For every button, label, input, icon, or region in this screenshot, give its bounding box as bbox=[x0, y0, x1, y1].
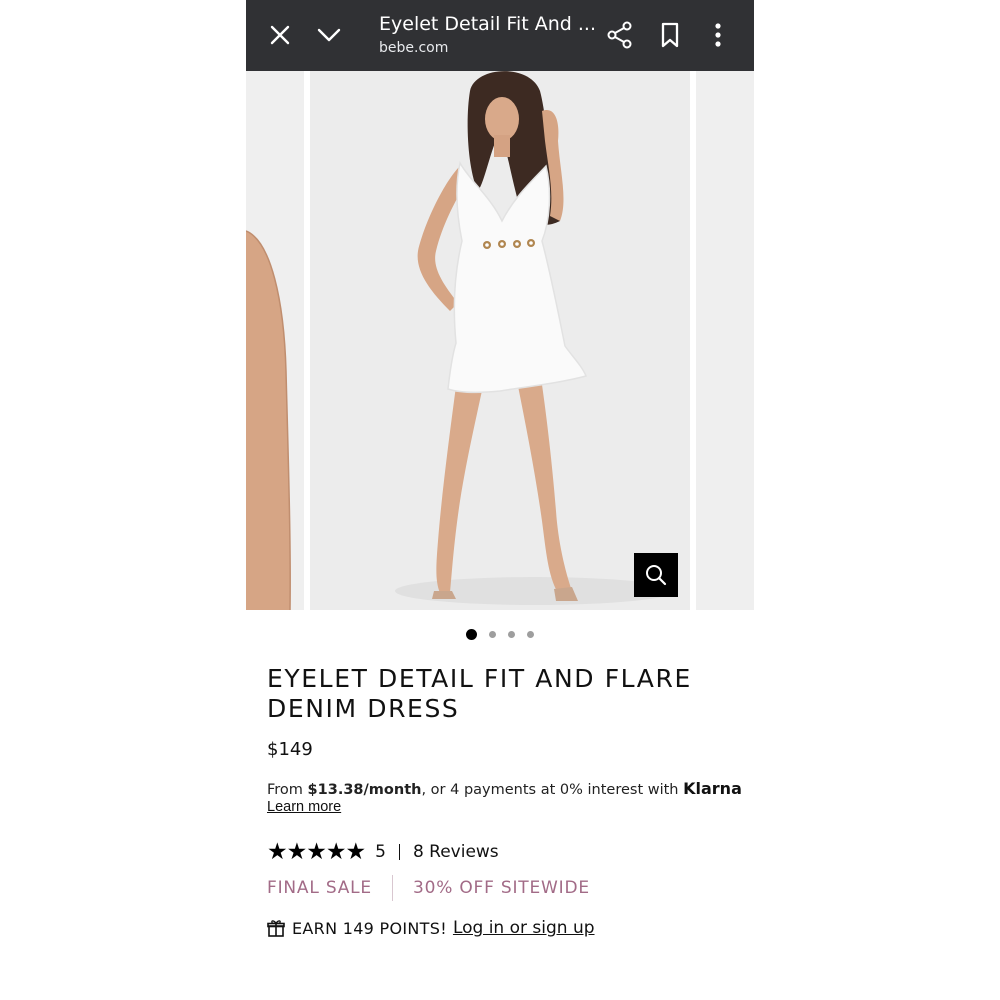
bookmark-icon[interactable] bbox=[649, 14, 691, 56]
product-image-main[interactable] bbox=[310, 71, 690, 610]
model-photo bbox=[310, 71, 690, 610]
rating-stars: ★★★★★ bbox=[267, 839, 366, 865]
product-price: $149 bbox=[267, 739, 313, 760]
more-options-icon[interactable] bbox=[697, 14, 739, 56]
rating-divider bbox=[398, 844, 400, 860]
carousel-dot-3[interactable] bbox=[508, 631, 515, 639]
share-icon[interactable] bbox=[599, 14, 641, 56]
previous-product-image[interactable] bbox=[246, 71, 304, 610]
zoom-button[interactable] bbox=[634, 553, 678, 597]
page-url: bebe.com bbox=[379, 40, 449, 56]
product-title: EYELET DETAIL FIT AND FLARE DENIM DRESS bbox=[267, 664, 692, 723]
close-icon[interactable] bbox=[259, 14, 301, 56]
custom-tab-toolbar: Eyelet Detail Fit And ... bebe.com bbox=[246, 0, 754, 71]
carousel-dot-1[interactable] bbox=[466, 629, 477, 641]
sitewide-promo-tag: 30% OFF SITEWIDE bbox=[412, 878, 590, 898]
carousel-dot-2[interactable] bbox=[489, 631, 496, 639]
rating-value: 5 bbox=[375, 842, 386, 862]
promo-divider bbox=[391, 875, 393, 901]
login-signup-link[interactable]: Log in or sign up bbox=[453, 918, 595, 938]
financing-suffix: , or 4 payments at 0% interest with bbox=[421, 782, 684, 798]
gift-icon bbox=[267, 920, 285, 937]
page-title: Eyelet Detail Fit And ... bbox=[379, 13, 596, 35]
financing-prefix: From bbox=[267, 782, 308, 798]
learn-more-link[interactable]: Learn more bbox=[267, 799, 341, 815]
product-image-carousel[interactable] bbox=[246, 71, 754, 610]
points-label: EARN 149 POINTS! bbox=[292, 918, 447, 938]
klarna-financing: From $13.38/month, or 4 payments at 0% i… bbox=[267, 779, 742, 798]
klarna-logo: Klarna bbox=[683, 779, 742, 798]
reviews-link[interactable]: 8 Reviews bbox=[413, 842, 499, 862]
next-product-image[interactable] bbox=[696, 71, 754, 610]
product-rating[interactable]: ★★★★★ 5 8 Reviews bbox=[267, 839, 499, 865]
financing-amount: $13.38/month bbox=[307, 782, 422, 798]
carousel-dot-4[interactable] bbox=[527, 631, 534, 639]
carousel-pagination bbox=[246, 626, 754, 644]
magnifier-icon bbox=[646, 565, 667, 586]
final-sale-tag: FINAL SALE bbox=[267, 878, 372, 898]
chevron-down-icon[interactable] bbox=[308, 14, 350, 56]
promo-tags: FINAL SALE 30% OFF SITEWIDE bbox=[267, 875, 590, 901]
browser-viewport: Eyelet Detail Fit And ... bebe.com EYELE… bbox=[246, 0, 754, 1000]
rewards-points: EARN 149 POINTS! Log in or sign up bbox=[267, 918, 595, 938]
